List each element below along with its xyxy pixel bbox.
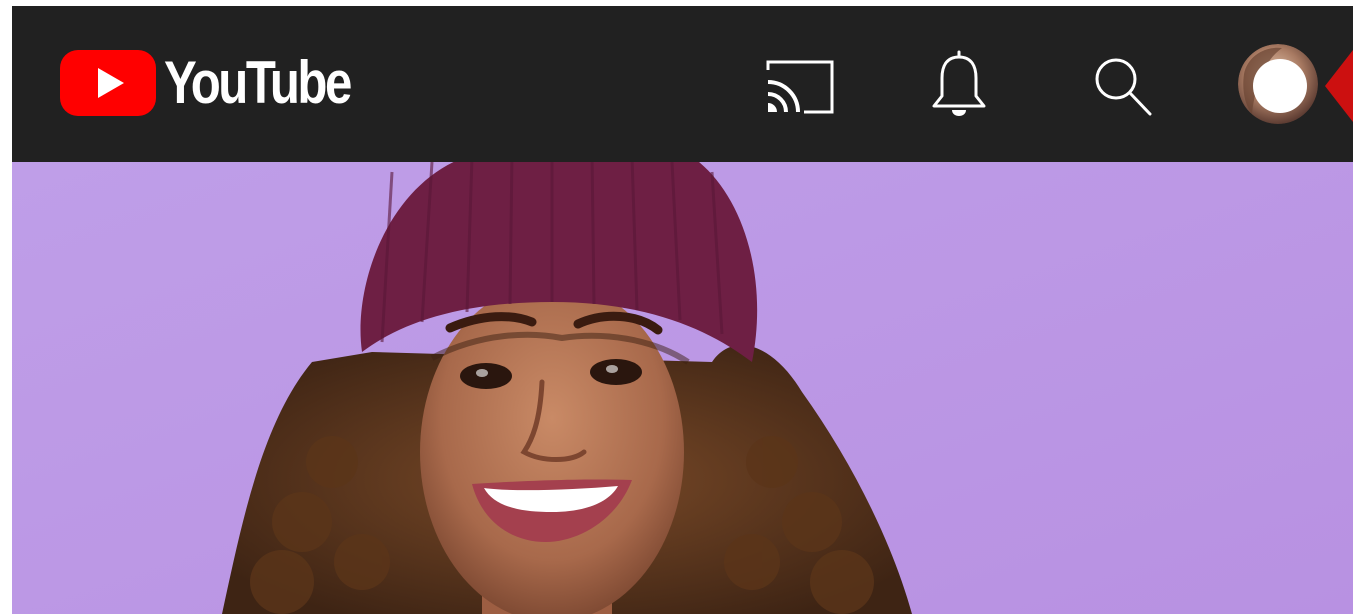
cast-icon [766,60,834,114]
avatar[interactable] [1238,44,1318,124]
youtube-logo-text: YouTube [164,49,352,116]
youtube-logo-icon [60,50,156,116]
notifications-button[interactable] [928,48,990,124]
pointer-arrow [1325,50,1353,122]
youtube-logo[interactable]: YouTube [60,50,391,116]
search-button[interactable] [1088,52,1158,122]
app-frame: YouTube [12,6,1353,614]
video-thumbnail[interactable] [12,162,1353,614]
cast-button[interactable] [764,58,836,116]
bell-icon [932,50,986,116]
thumbnail-image [12,162,1353,614]
top-bar: YouTube [12,6,1353,162]
search-icon [1095,58,1152,116]
